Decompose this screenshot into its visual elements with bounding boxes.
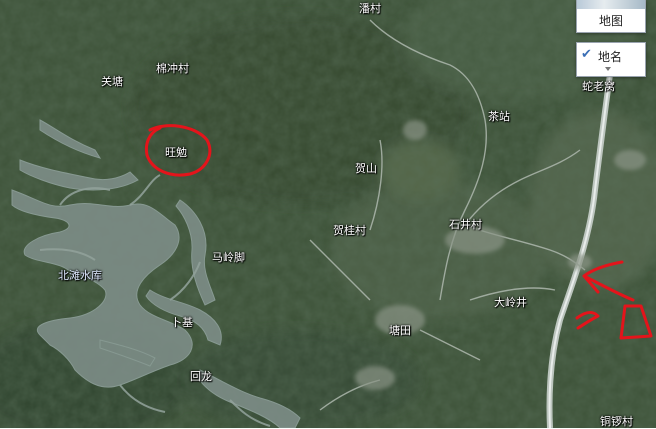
place-label: 贺桂村 [333,224,366,237]
place-label: 关塘 [101,75,123,88]
satellite-map[interactable] [0,0,656,428]
map-type-label: 地图 [598,14,623,28]
place-label: 潘村 [359,2,381,15]
place-label: 卜基 [171,316,193,329]
place-label: 大岭井 [494,296,527,309]
chevron-down-icon[interactable] [605,67,611,71]
place-label: 茶站 [488,110,510,123]
map-thumbnail [577,0,645,9]
place-label: 旺勉 [165,146,187,159]
place-label: 蛇老窝 [582,80,615,93]
place-names-toggle[interactable]: ✔ 地名 [576,42,646,77]
place-label: 石井村 [449,218,482,231]
place-label: 铜锣村 [600,415,633,428]
place-label: 北滩水库 [58,269,102,282]
place-label: 马岭脚 [212,251,245,264]
place-label: 贺山 [355,162,377,175]
place-label: 回龙 [190,370,212,383]
place-label: 棉冲村 [156,62,189,75]
map-type-button[interactable]: 地图 [576,0,646,33]
checkmark-icon: ✔ [581,47,592,62]
place-names-label: 地名 [598,50,623,64]
place-label: 塘田 [389,324,411,337]
